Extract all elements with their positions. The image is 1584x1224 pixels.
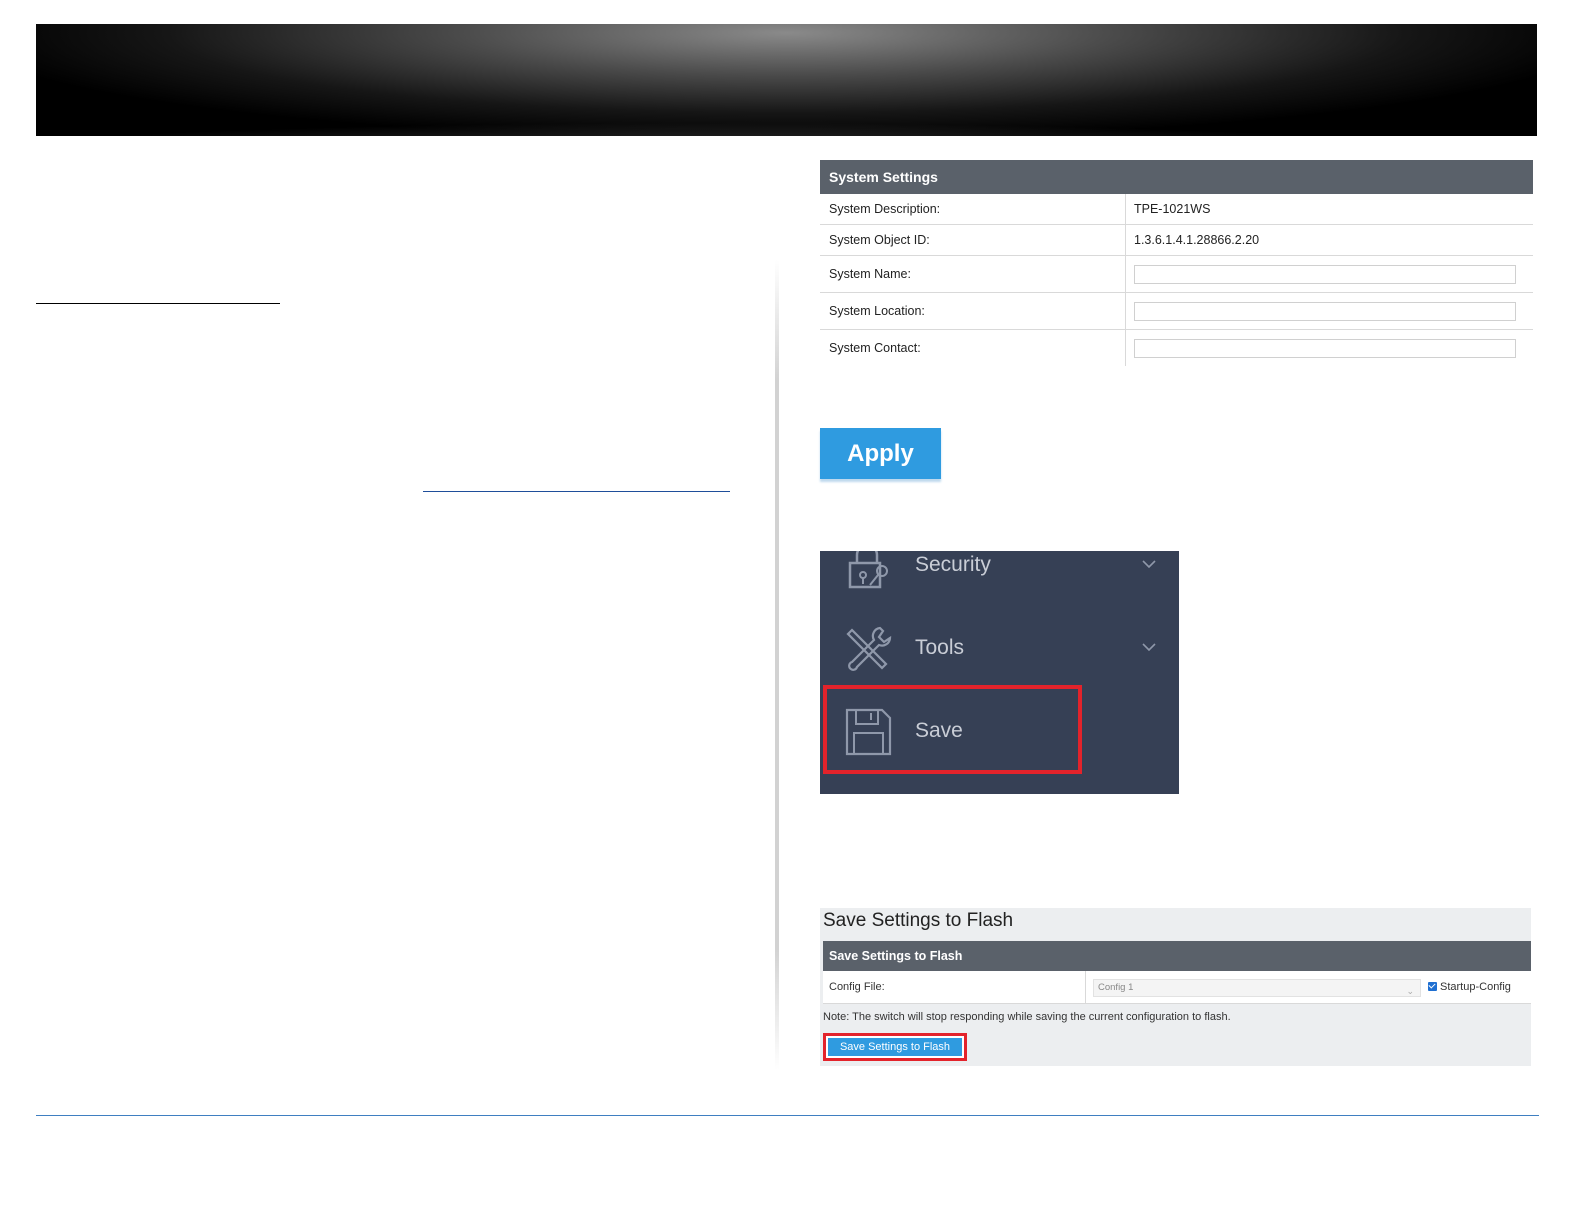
chevron-down-icon xyxy=(1142,643,1156,652)
heading-underline xyxy=(36,303,280,304)
system-location-input[interactable] xyxy=(1134,301,1516,321)
system-name-row: System Name: xyxy=(820,256,1533,293)
system-contact-input[interactable] xyxy=(1134,338,1516,358)
system-object-id-value: 1.3.6.1.4.1.28866.2.20 xyxy=(1134,233,1260,247)
system-contact-label: System Contact: xyxy=(820,330,1126,366)
save-settings-panel: Save Settings to Flash Save Settings to … xyxy=(820,908,1531,1066)
menu-item-tools[interactable]: Tools xyxy=(820,624,1179,684)
system-name-input[interactable] xyxy=(1134,264,1516,284)
column-divider xyxy=(775,260,779,1070)
row-divider xyxy=(1085,971,1086,1003)
menu-item-security[interactable]: Security xyxy=(820,551,1179,611)
save-note: Note: The switch will stop responding wh… xyxy=(823,1011,1231,1023)
save-settings-title: Save Settings to Flash xyxy=(823,910,1014,931)
tools-icon xyxy=(846,626,892,671)
config-file-label: Config File: xyxy=(829,981,885,993)
startup-config-checkbox[interactable] xyxy=(1428,982,1437,991)
system-location-label: System Location: xyxy=(820,293,1126,329)
menu-label-security: Security xyxy=(915,553,991,576)
save-settings-button-highlight: Save Settings to Flash xyxy=(823,1033,967,1061)
system-object-id-label: System Object ID: xyxy=(820,225,1126,255)
save-settings-to-flash-button[interactable]: Save Settings to Flash xyxy=(828,1038,962,1056)
system-location-row: System Location: xyxy=(820,293,1533,330)
startup-config-label: Startup-Config xyxy=(1440,981,1511,993)
config-file-select[interactable]: Config 1 ⌄ xyxy=(1093,979,1421,997)
apply-button[interactable]: Apply xyxy=(820,428,941,479)
chevron-down-icon: ⌄ xyxy=(1406,986,1414,996)
lock-icon xyxy=(848,551,888,589)
menu-label-tools: Tools xyxy=(915,636,965,659)
link-underline[interactable] xyxy=(423,491,730,492)
system-description-row: System Description: TPE-1021WS xyxy=(820,194,1533,225)
header-banner xyxy=(36,24,1537,136)
save-settings-header: Save Settings to Flash xyxy=(823,941,1531,971)
config-file-value: Config 1 xyxy=(1098,982,1134,993)
chevron-down-icon xyxy=(1142,560,1156,569)
system-contact-row: System Contact: xyxy=(820,330,1533,366)
config-file-row: Config File: Config 1 ⌄ Startup-Config xyxy=(823,971,1531,1004)
system-name-label: System Name: xyxy=(820,256,1126,292)
system-description-label: System Description: xyxy=(820,194,1126,224)
footer-rule xyxy=(36,1115,1539,1116)
system-settings-header: System Settings xyxy=(820,160,1533,194)
system-object-id-row: System Object ID: 1.3.6.1.4.1.28866.2.20 xyxy=(820,225,1533,256)
save-highlight-box xyxy=(823,685,1082,774)
system-settings-panel: System Settings System Description: TPE-… xyxy=(820,160,1533,366)
system-description-value: TPE-1021WS xyxy=(1134,202,1211,216)
